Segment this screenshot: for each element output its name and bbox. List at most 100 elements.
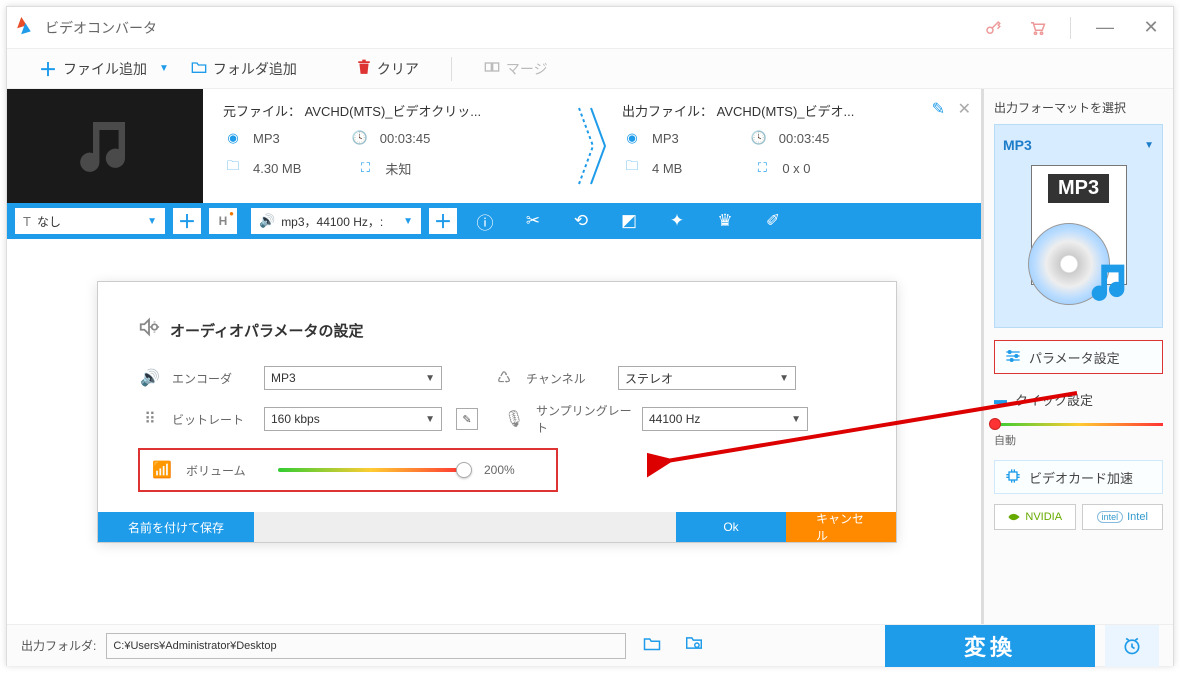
add-folder-label: フォルダ追加	[213, 59, 297, 79]
remove-file-button[interactable]: ✕	[958, 99, 971, 119]
format-badge: MP3	[1048, 174, 1109, 203]
subtitle-value: なし	[37, 213, 61, 230]
bitrate-select[interactable]: 160 kbps▼	[264, 407, 442, 431]
quick-settings-label: クイック設定	[1015, 390, 1093, 409]
nvidia-icon	[1007, 511, 1021, 523]
quick-icon: ▬	[994, 392, 1007, 407]
audio-param-dialog: オーディオパラメータの設定 🔊 エンコーダ MP3▼ ♺ チャンネル	[97, 281, 897, 543]
channel-icon: ♺	[492, 368, 516, 388]
output-filename: AVCHD(MTS)_ビデオ...	[717, 104, 855, 119]
source-duration: 00:03:45	[380, 131, 431, 146]
subtitle-edit-button[interactable]: ✐	[753, 203, 793, 239]
add-folder-button[interactable]: フォルダ追加	[183, 55, 305, 83]
audio-select[interactable]: 🔊 mp3，44100 Hz，: ▼	[251, 208, 421, 234]
channel-label: チャンネル	[526, 370, 608, 387]
dialog-footer: 名前を付けて保存 Ok キャンセル	[98, 512, 896, 542]
volume-slider[interactable]	[278, 468, 464, 472]
source-filename: AVCHD(MTS)_ビデオクリッ...	[305, 104, 481, 119]
watermark-button[interactable]: ♛	[705, 203, 745, 239]
quick-slider[interactable]	[994, 423, 1163, 426]
convert-button[interactable]: 変換	[885, 625, 1095, 667]
cart-icon[interactable]	[1026, 17, 1048, 39]
toolbar-divider	[451, 57, 452, 81]
output-size: 4 MB	[652, 161, 682, 176]
resolution-icon: ⛶	[752, 160, 772, 176]
format-icon: ◉	[223, 130, 243, 146]
audio-settings-icon	[138, 316, 160, 344]
key-icon[interactable]	[982, 17, 1004, 39]
encoder-label: エンコーダ	[172, 370, 254, 387]
merge-icon	[484, 60, 500, 77]
source-format: MP3	[253, 131, 280, 146]
parameter-settings-button[interactable]: パラメータ設定	[994, 340, 1163, 374]
plus-icon: ＋	[39, 56, 57, 82]
quick-settings-heading: ▬ クイック設定	[994, 390, 1163, 409]
add-file-button[interactable]: ＋ ファイル追加	[31, 52, 155, 86]
note-icon	[1084, 257, 1132, 305]
conversion-arrow	[572, 95, 612, 197]
clock-icon: 🕓	[749, 130, 769, 146]
ok-button[interactable]: Ok	[676, 512, 786, 542]
quick-auto-label: 自動	[994, 432, 1163, 448]
rotate-button[interactable]: ⟲	[561, 203, 601, 239]
add-file-label: ファイル追加	[63, 59, 147, 79]
titlebar-actions: — ✕	[982, 17, 1163, 39]
gpu-accel-label: ビデオカード加速	[1029, 468, 1133, 487]
format-panel: 出力フォーマットを選択 MP3 ▼ MP3 パラメータ設定	[981, 89, 1173, 624]
output-folder-path[interactable]: C:¥Users¥Administrator¥Desktop	[106, 633, 626, 659]
cancel-button[interactable]: キャンセル	[786, 512, 896, 542]
browse-folder-button[interactable]	[678, 635, 710, 656]
add-audio-button[interactable]: ＋	[429, 208, 457, 234]
volume-highlight: 📶 ボリューム 200%	[138, 448, 558, 492]
intel-icon: intel	[1097, 511, 1124, 523]
output-folder-label: 出力フォルダ:	[21, 637, 96, 654]
storage-icon: 🗀	[622, 157, 642, 179]
crop-button[interactable]: ◩	[609, 203, 649, 239]
footer: 出力フォルダ: C:¥Users¥Administrator¥Desktop 変…	[7, 624, 1173, 666]
file-thumbnail[interactable]	[7, 89, 203, 203]
output-duration: 00:03:45	[779, 131, 830, 146]
nvidia-chip[interactable]: NVIDIA	[994, 504, 1076, 530]
samplerate-select[interactable]: 44100 Hz▼	[642, 407, 808, 431]
file-item: 元ファイル： AVCHD(MTS)_ビデオクリッ... ◉MP3 🕓00:03:…	[7, 89, 981, 203]
open-folder-button[interactable]	[636, 636, 668, 656]
parameter-settings-label: パラメータ設定	[1029, 348, 1120, 367]
format-panel-heading: 出力フォーマットを選択	[994, 99, 1163, 116]
slider-knob[interactable]	[989, 418, 1001, 430]
format-card[interactable]: MP3 ▼ MP3	[994, 124, 1163, 328]
add-subtitle-button[interactable]: ＋	[173, 208, 201, 234]
subtitle-select[interactable]: T なし ▼	[15, 208, 165, 234]
output-format: MP3	[652, 131, 679, 146]
bitrate-label: ビットレート	[172, 411, 254, 428]
gpu-accel-button[interactable]: ビデオカード加速	[994, 460, 1163, 494]
intel-chip[interactable]: intel Intel	[1082, 504, 1164, 530]
chevron-down-icon: ▼	[1144, 140, 1154, 151]
resolution-icon: ⛶	[355, 160, 375, 176]
save-as-button[interactable]: 名前を付けて保存	[98, 512, 254, 542]
samplerate-label: サンプリングレート	[536, 402, 632, 436]
volume-icon: 📶	[152, 460, 176, 480]
effect-button[interactable]: ✦	[657, 203, 697, 239]
output-info: 出力ファイル： AVCHD(MTS)_ビデオ... ◉MP3 🕓00:03:45…	[612, 95, 971, 197]
samplerate-icon: 🎙	[502, 409, 526, 429]
text-icon: T	[23, 214, 31, 229]
info-button[interactable]: ⓘ	[465, 203, 505, 239]
minimize-button[interactable]: —	[1093, 17, 1117, 38]
storage-icon: 🗀	[223, 157, 243, 179]
channel-select[interactable]: ステレオ▼	[618, 366, 796, 390]
app-title: ビデオコンバータ	[45, 18, 157, 38]
merge-button[interactable]: マージ	[476, 55, 556, 83]
slider-knob[interactable]	[456, 462, 472, 478]
encoder-select[interactable]: MP3▼	[264, 366, 442, 390]
bitrate-icon: ⠿	[138, 409, 162, 429]
clear-button[interactable]: クリア	[349, 55, 427, 83]
close-button[interactable]: ✕	[1139, 17, 1163, 38]
music-note-icon	[65, 106, 145, 186]
edit-output-button[interactable]: ✎	[932, 99, 945, 119]
volume-label: ボリューム	[186, 462, 268, 479]
add-file-dropdown[interactable]: ▼	[159, 63, 169, 74]
cut-button[interactable]: ✂	[513, 203, 553, 239]
subtitle-h-button[interactable]: H●	[209, 208, 237, 234]
bitrate-edit-button[interactable]: ✎	[456, 408, 478, 430]
schedule-button[interactable]	[1105, 625, 1159, 667]
